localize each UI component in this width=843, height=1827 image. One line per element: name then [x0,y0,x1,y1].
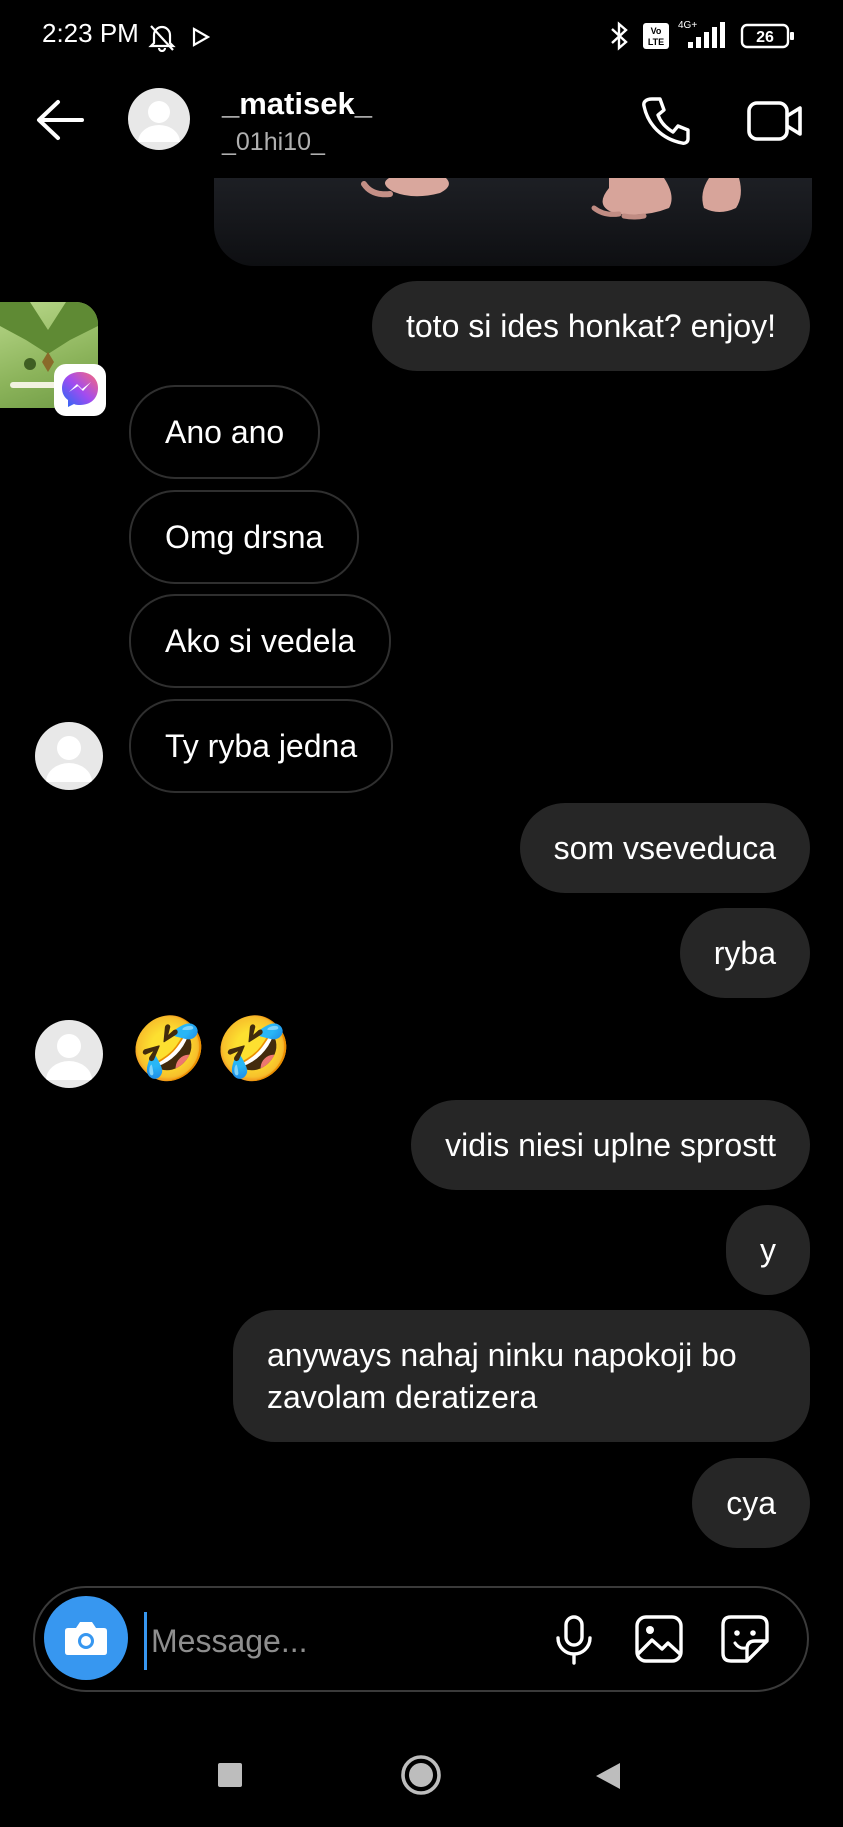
message-bubble-incoming[interactable]: Ty ryba jedna [129,699,394,793]
message-bubble-outgoing[interactable]: ryba [679,908,810,998]
signal-icon: 4G+ [676,18,732,52]
message-bubble-outgoing[interactable]: cya [692,1458,810,1548]
back-arrow-icon[interactable] [34,98,86,147]
shared-image-message[interactable] [214,178,812,266]
message-bubble-incoming[interactable]: Ako si vedela [129,594,392,688]
message-bubble-outgoing[interactable]: vidis niesi uplne sprostt [411,1100,810,1190]
message-bubble-incoming[interactable]: Ano ano [129,385,321,479]
svg-text:Vo: Vo [651,26,662,36]
emoji-message[interactable]: 🤣🤣 [130,1008,300,1092]
contact-avatar[interactable] [35,722,103,790]
message-bubble-outgoing[interactable]: y [726,1205,810,1295]
svg-text:LTE: LTE [648,37,664,47]
battery-level: 26 [756,29,774,46]
messenger-badge-icon [54,364,106,416]
mute-bell-icon [147,22,177,52]
status-time: 2:23 PM [42,18,139,48]
recent-apps-button[interactable] [217,1762,243,1788]
camera-button[interactable] [44,1596,128,1680]
bluetooth-icon [606,20,632,52]
header-avatar[interactable] [128,88,190,150]
volte-icon: Vo LTE [642,22,670,50]
message-bubble-outgoing[interactable]: toto si ides honkat? enjoy! [371,281,810,371]
gallery-icon[interactable] [634,1614,684,1669]
sticker-icon[interactable] [720,1614,770,1669]
phone-icon[interactable] [640,94,692,151]
network-type: 4G+ [678,20,697,31]
back-button[interactable] [594,1762,622,1790]
message-bubble-outgoing[interactable]: anyways nahaj ninku napokoji bo zavolam … [233,1310,810,1442]
video-call-icon[interactable] [746,98,804,149]
message-input[interactable] [144,1612,533,1670]
message-bubble-incoming[interactable]: Omg drsna [129,490,360,584]
play-store-notification-icon [192,27,210,47]
contact-name[interactable]: _matisek_ [222,86,372,122]
home-button[interactable] [400,1754,442,1796]
camera-icon [65,1622,107,1655]
microphone-icon[interactable] [552,1614,596,1671]
battery-icon: 26 [740,22,796,50]
message-bubble-outgoing[interactable]: som vseveduca [519,803,810,893]
contact-avatar[interactable] [35,1020,103,1088]
contact-username[interactable]: _01hi10_ [222,128,325,157]
